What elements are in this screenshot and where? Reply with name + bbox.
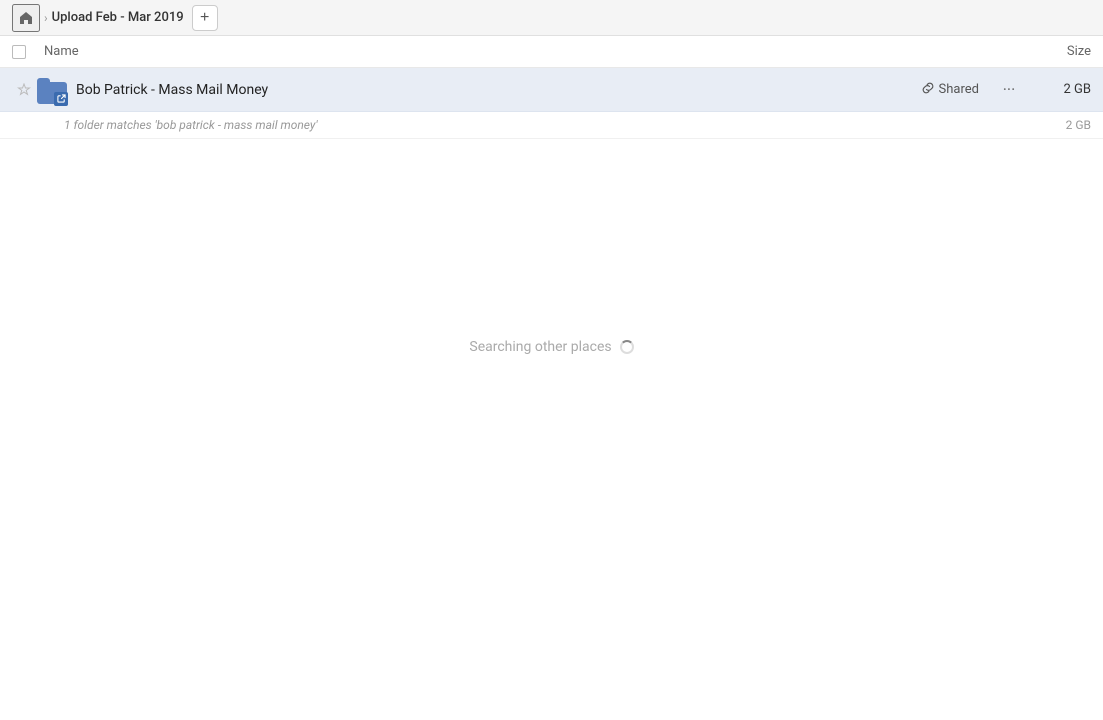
more-options-button[interactable]: ···: [995, 76, 1023, 104]
match-info-size: 2 GB: [1031, 118, 1091, 132]
loading-spinner: [620, 340, 634, 354]
column-name-header: Name: [40, 44, 1011, 59]
star-icon[interactable]: [12, 83, 36, 97]
folder-link-overlay: [54, 92, 68, 106]
header-bar: › Upload Feb - Mar 2019 +: [0, 0, 1103, 36]
breadcrumb-chevron: ›: [44, 11, 48, 25]
shared-indicator: Shared: [921, 81, 979, 99]
header-checkbox-cell: [12, 45, 40, 59]
file-icon: [36, 74, 68, 106]
match-info-text: 1 folder matches 'bob patrick - mass mai…: [64, 118, 1031, 132]
file-size: 2 GB: [1031, 82, 1091, 97]
column-headers: Name Size: [0, 36, 1103, 68]
shared-label: Shared: [939, 82, 979, 97]
column-size-header: Size: [1011, 44, 1091, 59]
select-all-checkbox[interactable]: [12, 45, 26, 59]
match-info-row: 1 folder matches 'bob patrick - mass mai…: [0, 112, 1103, 139]
more-icon: ···: [1003, 80, 1016, 99]
folder-icon: [36, 74, 68, 106]
searching-section: Searching other places: [0, 339, 1103, 355]
link-icon: [921, 81, 935, 99]
searching-text: Searching other places: [469, 339, 611, 355]
add-button[interactable]: +: [192, 5, 218, 31]
breadcrumb-title: Upload Feb - Mar 2019: [52, 10, 184, 25]
file-name: Bob Patrick - Mass Mail Money: [76, 82, 921, 98]
home-button[interactable]: [12, 4, 40, 32]
file-list-row[interactable]: Bob Patrick - Mass Mail Money Shared ···…: [0, 68, 1103, 112]
